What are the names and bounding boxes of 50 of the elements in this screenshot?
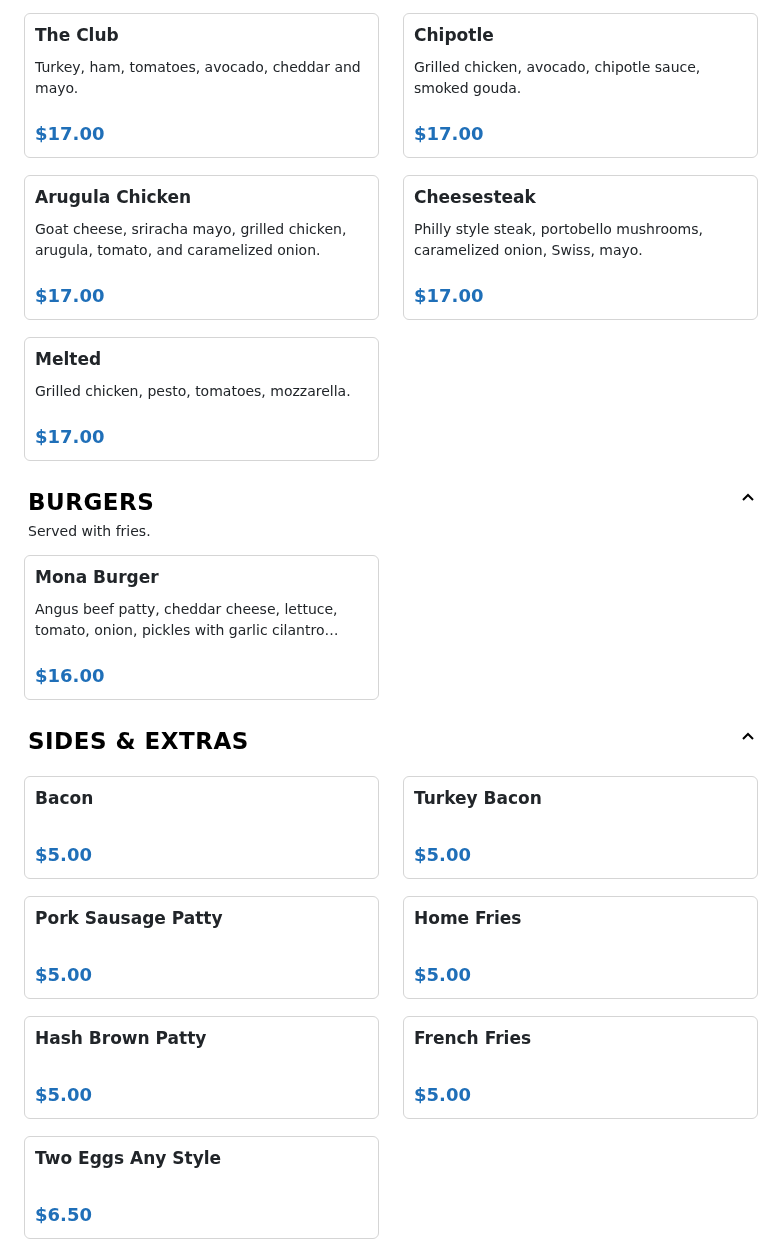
menu-item-card[interactable]: The Club Turkey, ham, tomatoes, avocado, cheddar and mayo. $17.00 bbox=[24, 13, 379, 158]
item-price: $5.00 bbox=[35, 1084, 93, 1106]
item-description: Goat cheese, sriracha mayo, grilled chicken, arugula, tomato, and caramelized onion. bbox=[35, 220, 348, 260]
menu-item-card[interactable]: Turkey Bacon $5.00 bbox=[403, 776, 758, 879]
item-name: Chipotle bbox=[414, 24, 495, 46]
section-title: BURGERS bbox=[28, 488, 155, 516]
item-price: $5.00 bbox=[35, 964, 93, 986]
item-name: Hash Brown Patty bbox=[35, 1027, 208, 1049]
menu-item-card[interactable]: Home Fries $5.00 bbox=[403, 896, 758, 999]
item-name: Cheesesteak bbox=[414, 186, 537, 208]
menu-item-card[interactable]: Cheesesteak Philly style steak, portobello mushrooms, caramelized onion, Swiss, mayo. $17.00 bbox=[403, 175, 758, 320]
item-name: The Club bbox=[35, 24, 120, 46]
item-description: Grilled chicken, pesto, tomatoes, mozzarella. bbox=[35, 382, 352, 401]
item-name: Home Fries bbox=[414, 907, 523, 929]
item-price: $5.00 bbox=[414, 844, 472, 866]
section-title: SIDES & EXTRAS bbox=[28, 727, 249, 755]
chevron-up-icon bbox=[741, 491, 755, 503]
item-name: Mona Burger bbox=[35, 566, 160, 588]
item-price: $5.00 bbox=[35, 844, 93, 866]
item-description: Angus beef patty, cheddar cheese, lettuce, tomato, onion, pickles with garlic cilantro… bbox=[35, 600, 340, 640]
item-price: $17.00 bbox=[414, 123, 485, 145]
item-name: Turkey Bacon bbox=[414, 787, 543, 809]
menu-item-card[interactable]: Mona Burger Angus beef patty, cheddar cheese, lettuce, tomato, onion, pickles with garlic cilantro… $16.00 bbox=[24, 555, 379, 700]
item-description: Philly style steak, portobello mushrooms, caramelized onion, Swiss, mayo. bbox=[414, 220, 704, 260]
item-price: $6.50 bbox=[35, 1204, 93, 1226]
menu-item-card[interactable]: Chipotle Grilled chicken, avocado, chipotle sauce, smoked gouda. $17.00 bbox=[403, 13, 758, 158]
menu-item-card[interactable]: Hash Brown Patty $5.00 bbox=[24, 1016, 379, 1119]
item-name: Bacon bbox=[35, 787, 95, 809]
chevron-up-icon bbox=[741, 730, 755, 742]
item-price: $17.00 bbox=[35, 285, 106, 307]
item-name: Melted bbox=[35, 348, 103, 370]
item-price: $17.00 bbox=[414, 285, 485, 307]
menu-item-card[interactable]: Arugula Chicken Goat cheese, sriracha mayo, grilled chicken, arugula, tomato, and caramelized onion. $17.00 bbox=[24, 175, 379, 320]
item-price: $5.00 bbox=[414, 1084, 472, 1106]
item-price: $16.00 bbox=[35, 665, 106, 687]
item-price: $17.00 bbox=[35, 123, 106, 145]
section-subtitle: Served with fries. bbox=[27, 522, 152, 541]
item-description: Turkey, ham, tomatoes, avocado, cheddar and mayo. bbox=[35, 58, 362, 98]
item-price: $5.00 bbox=[414, 964, 472, 986]
item-name: French Fries bbox=[414, 1027, 533, 1049]
item-name: Arugula Chicken bbox=[35, 186, 193, 208]
menu-item-card[interactable]: Melted Grilled chicken, pesto, tomatoes, mozzarella. $17.00 bbox=[24, 337, 379, 461]
menu-item-card[interactable]: Pork Sausage Patty $5.00 bbox=[24, 896, 379, 999]
menu-item-card[interactable]: French Fries $5.00 bbox=[403, 1016, 758, 1119]
item-name: Two Eggs Any Style bbox=[35, 1147, 223, 1169]
item-name: Pork Sausage Patty bbox=[35, 907, 224, 929]
menu-item-card[interactable]: Bacon $5.00 bbox=[24, 776, 379, 879]
menu-item-card[interactable]: Two Eggs Any Style $6.50 bbox=[24, 1136, 379, 1239]
item-price: $17.00 bbox=[35, 426, 106, 448]
item-description: Grilled chicken, avocado, chipotle sauce, smoked gouda. bbox=[414, 58, 702, 98]
